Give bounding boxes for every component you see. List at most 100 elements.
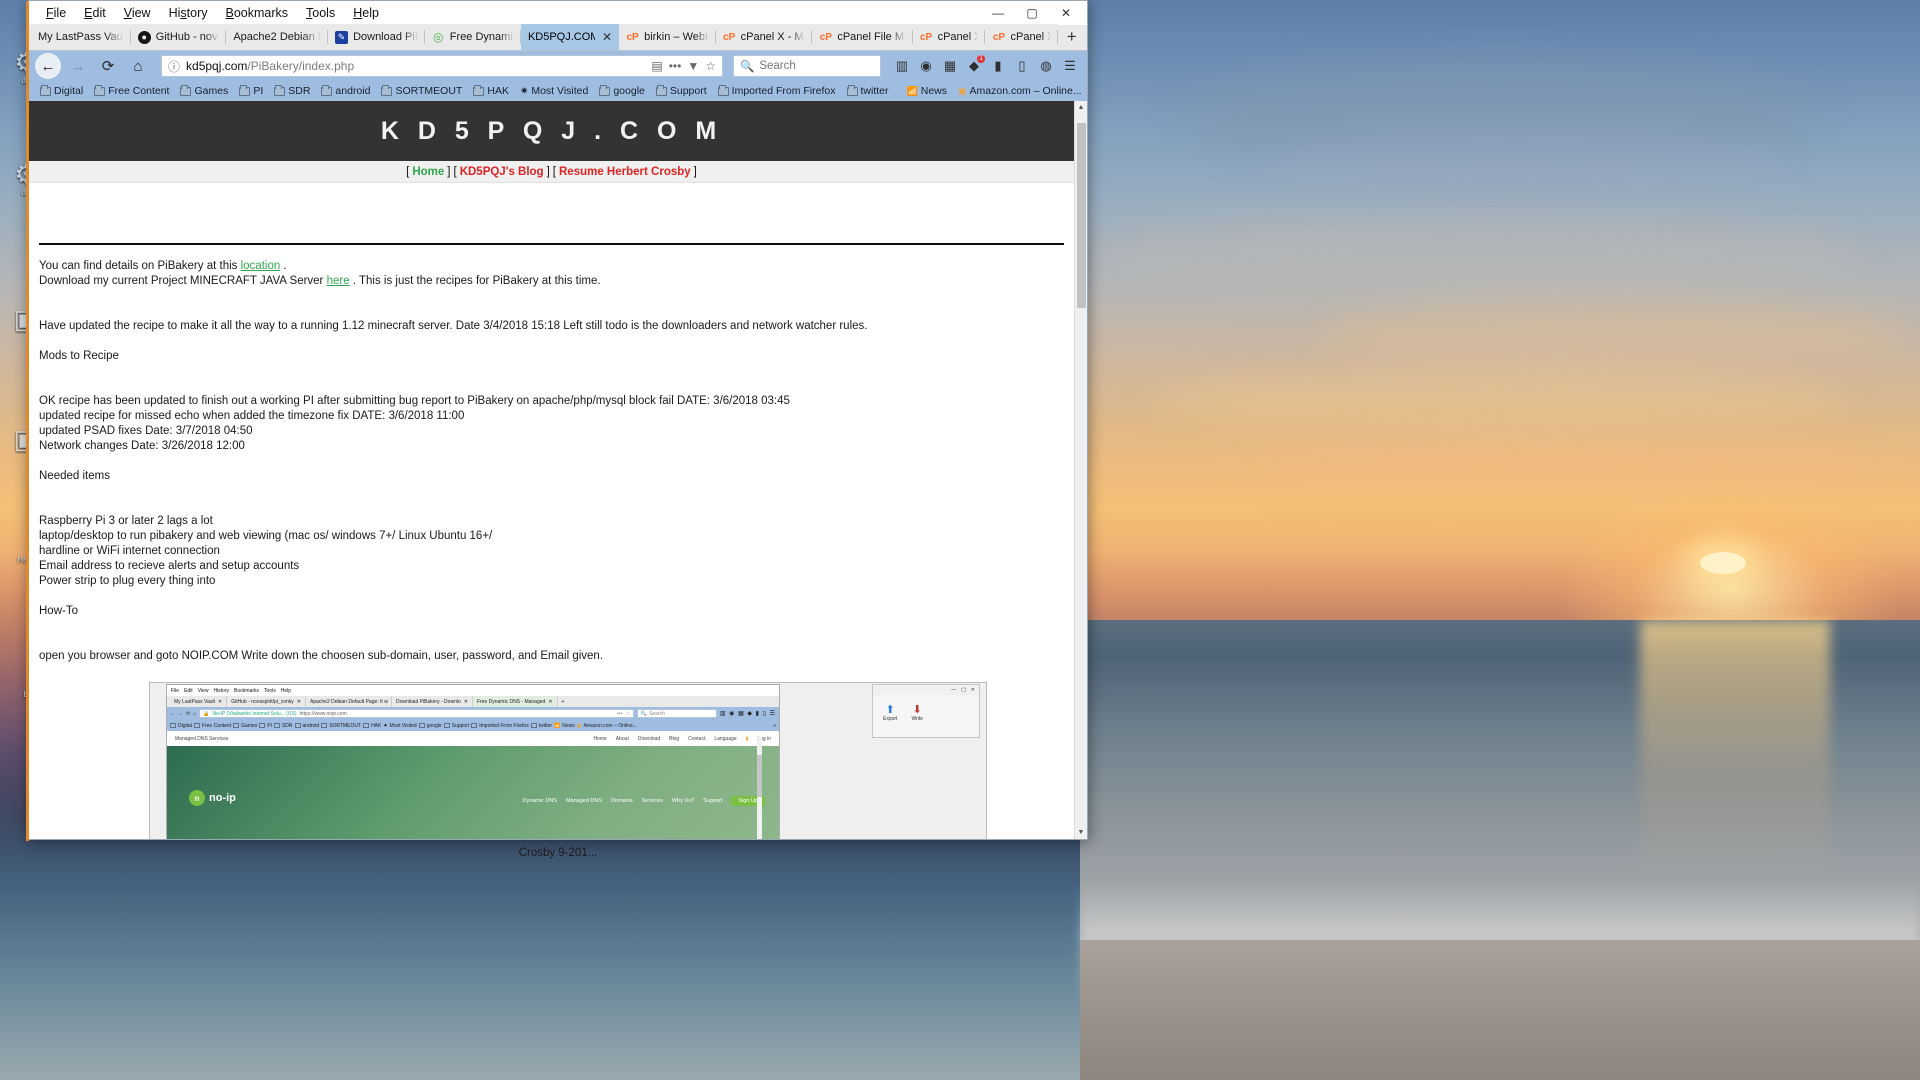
- bookmark-sortmeout[interactable]: SORTMEOUT: [376, 84, 467, 98]
- tab-free-dynamic-dns[interactable]: ◎ Free Dynamic: [424, 24, 521, 50]
- embedded-site-topbar: Managed DNS Services Home About Download…: [167, 731, 779, 746]
- tab-cpanel-x-main[interactable]: cP cPanel X - Ma: [715, 24, 813, 50]
- nav-link-blog[interactable]: KD5PQJ's Blog: [460, 166, 544, 178]
- scroll-down-icon[interactable]: ▼: [1075, 826, 1087, 839]
- heading-mods-to-recipe: Mods to Recipe: [39, 350, 119, 362]
- embedded-page-scrollbar: [757, 737, 762, 839]
- page-title: K D 5 P Q J . C O M: [380, 116, 723, 145]
- item-raspberry-pi: Raspberry Pi 3 or later 2 lags a lot: [39, 515, 213, 527]
- minimize-button[interactable]: —: [981, 2, 1015, 24]
- embedded-bookmark: Games: [233, 723, 257, 729]
- menu-view[interactable]: View: [115, 3, 160, 23]
- tab-label: cPanel X: [937, 31, 979, 43]
- reader-mode-icon[interactable]: ▤: [651, 59, 662, 73]
- bookmark-hak[interactable]: HAK: [468, 84, 514, 98]
- bookmark-pi[interactable]: PI: [234, 84, 268, 98]
- bookmark-google[interactable]: google: [594, 84, 650, 98]
- paragraph-recipe-update: Have updated the recipe to make it all t…: [39, 320, 868, 332]
- bookmark-most-visited[interactable]: ✷ Most Visited: [515, 84, 593, 98]
- bookmark-games[interactable]: Games: [175, 84, 233, 98]
- embedded-flag-icon: ▮: [745, 735, 749, 742]
- tab-kd5pqj[interactable]: KD5PQJ.COM ✕: [520, 24, 620, 50]
- embedded-browser-window: File Edit View History Bookmarks Tools H…: [166, 684, 780, 839]
- nav-link-home[interactable]: Home: [412, 166, 444, 178]
- embedded-tab-close-icon: ✕: [548, 698, 553, 705]
- address-bar[interactable]: ⓘ kd5pqj.com/PiBakery/index.php ▤ ••• ▼ …: [161, 55, 723, 77]
- home-button[interactable]: ⌂: [125, 53, 151, 79]
- embedded-site-nav-contact: Contact: [688, 735, 706, 742]
- embedded-bookmark-label: google: [426, 722, 442, 729]
- page-actions-icon[interactable]: •••: [669, 59, 682, 73]
- bookmark-star-icon[interactable]: ☆: [705, 59, 716, 73]
- menu-help[interactable]: Help: [344, 3, 388, 23]
- sidebar-icon[interactable]: ▯: [1011, 54, 1033, 78]
- account-icon[interactable]: ◉: [915, 54, 937, 78]
- menu-icon[interactable]: ☰: [1059, 54, 1081, 78]
- search-bar[interactable]: 🔍 Search: [733, 55, 881, 77]
- paragraph-ok-recipe: OK recipe has been updated to finish out…: [39, 395, 790, 407]
- nav-link-resume[interactable]: Resume Herbert Crosby: [559, 166, 691, 178]
- folder-icon: [273, 723, 280, 728]
- menu-history[interactable]: History: [160, 3, 217, 23]
- shield-icon[interactable]: ◆ 1: [963, 54, 985, 78]
- tab-cpanel-x-3[interactable]: cP cPanel X: [985, 24, 1059, 50]
- tab-cpanel-file-manager[interactable]: cP cPanel File Ma: [812, 24, 913, 50]
- bookmark-digital[interactable]: Digital: [35, 84, 88, 98]
- extension-icon[interactable]: ◍: [1035, 54, 1057, 78]
- bookmark-news[interactable]: 📶 News: [902, 84, 952, 98]
- link-location[interactable]: location: [241, 260, 281, 272]
- tab-lastpass[interactable]: My LastPass Vault: [31, 24, 131, 50]
- maximize-button[interactable]: ▢: [1015, 2, 1049, 24]
- menu-edit[interactable]: Edit: [75, 3, 115, 23]
- folder-icon: [40, 84, 51, 96]
- scrollbar-thumb[interactable]: [1077, 123, 1086, 308]
- tab-github[interactable]: ● GitHub - nova: [130, 24, 227, 50]
- back-button[interactable]: ←: [35, 53, 61, 79]
- bookmark-support[interactable]: Support: [651, 84, 712, 98]
- tab-apache2[interactable]: Apache2 Debian D: [226, 24, 329, 50]
- amazon-icon: ▣: [958, 85, 967, 96]
- site-info-icon[interactable]: ⓘ: [168, 58, 180, 75]
- embedded-menu-help: Help: [280, 687, 291, 694]
- reload-button[interactable]: ⟳: [95, 53, 121, 79]
- tab-label: KD5PQJ.COM: [527, 31, 596, 43]
- shield-badge: 1: [977, 55, 985, 63]
- bookmark-label: SORTMEOUT: [395, 85, 463, 97]
- embedded-bookmark: HAK: [363, 723, 381, 729]
- tab-download-pibakery[interactable]: ✎ Download PiB: [328, 24, 425, 50]
- menu-file[interactable]: File: [37, 3, 75, 23]
- grid-icon[interactable]: ▦: [939, 54, 961, 78]
- link-here[interactable]: here: [327, 275, 350, 287]
- scroll-up-icon[interactable]: ▲: [1075, 101, 1087, 114]
- folder-icon: [381, 84, 393, 96]
- bookmark-sdr[interactable]: SDR: [269, 84, 315, 98]
- menu-tools[interactable]: Tools: [297, 3, 344, 23]
- library-icon[interactable]: ▥: [891, 54, 913, 78]
- bookmark-twitter[interactable]: twitter: [842, 84, 894, 98]
- bookmark-free-content[interactable]: Free Content: [89, 84, 174, 98]
- embedded-tab: Download PiBakery - Downlo ✕: [392, 696, 473, 707]
- forward-button[interactable]: →: [65, 53, 91, 79]
- folder-icon: [233, 723, 240, 728]
- embedded-brand-logo: n no-ip: [189, 790, 236, 806]
- lastpass-icon[interactable]: ▮: [987, 54, 1009, 78]
- close-button[interactable]: ✕: [1049, 2, 1083, 24]
- bookmark-android[interactable]: android: [316, 84, 375, 98]
- new-tab-button[interactable]: +: [1058, 24, 1085, 50]
- menu-bookmarks[interactable]: Bookmarks: [217, 3, 298, 23]
- embedded-secondary-window-items: ⬆ Export ⬇ Write: [873, 695, 979, 730]
- gap: [39, 454, 1064, 469]
- tab-cpanel-x-2[interactable]: cP cPanel X: [912, 24, 986, 50]
- bookmark-amazon[interactable]: ▣ Amazon.com – Online...: [953, 84, 1087, 98]
- pocket-icon[interactable]: ▼: [687, 59, 699, 73]
- embedded-site-nav-home: Home: [593, 735, 607, 742]
- bookmark-imported-from-firefox[interactable]: Imported From Firefox: [713, 84, 841, 98]
- beach-sand: [1080, 940, 1920, 1080]
- embedded-bookmark-label: SDR: [281, 722, 293, 729]
- tab-close-icon[interactable]: ✕: [602, 30, 612, 44]
- embedded-tab-label: Download PiBakery - Downlo: [395, 698, 461, 705]
- text-after-link: .: [280, 260, 287, 272]
- tab-birkin-webhost[interactable]: cP birkin – WebH: [619, 24, 716, 50]
- embedded-bookmark-label: Amazon.com – Online...: [583, 722, 637, 729]
- page-scrollbar[interactable]: ▲ ▼: [1074, 101, 1087, 839]
